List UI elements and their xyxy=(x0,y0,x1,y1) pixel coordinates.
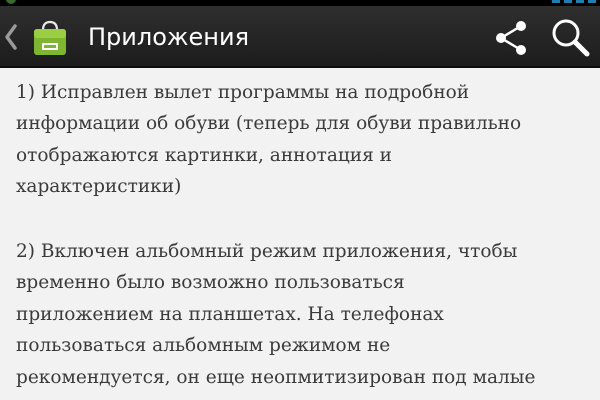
status-indicators xyxy=(552,0,596,4)
signal-icon xyxy=(552,0,560,3)
up-button[interactable] xyxy=(0,6,82,68)
battery-icon xyxy=(576,0,584,3)
release-note-item: 2) Включен альбомный режим приложения, ч… xyxy=(16,241,536,388)
share-icon xyxy=(496,21,526,55)
release-notes[interactable]: 1) Исправлен вылет программы на подробно… xyxy=(0,68,600,400)
search-icon xyxy=(552,19,590,57)
page-title: Приложения xyxy=(88,23,250,51)
action-bar: Приложения xyxy=(0,6,600,68)
share-button[interactable] xyxy=(492,18,532,58)
android-market-bag-icon xyxy=(34,20,66,55)
release-note-item: 1) Исправлен вылет программы на подробно… xyxy=(16,82,522,198)
wifi-icon xyxy=(564,0,572,3)
chevron-left-icon xyxy=(5,24,17,50)
search-button[interactable] xyxy=(548,16,592,60)
clock-icon xyxy=(588,0,596,3)
app-screen: Приложения 1) Исправлен вылет программы … xyxy=(0,0,600,400)
notification-icon xyxy=(6,0,16,4)
